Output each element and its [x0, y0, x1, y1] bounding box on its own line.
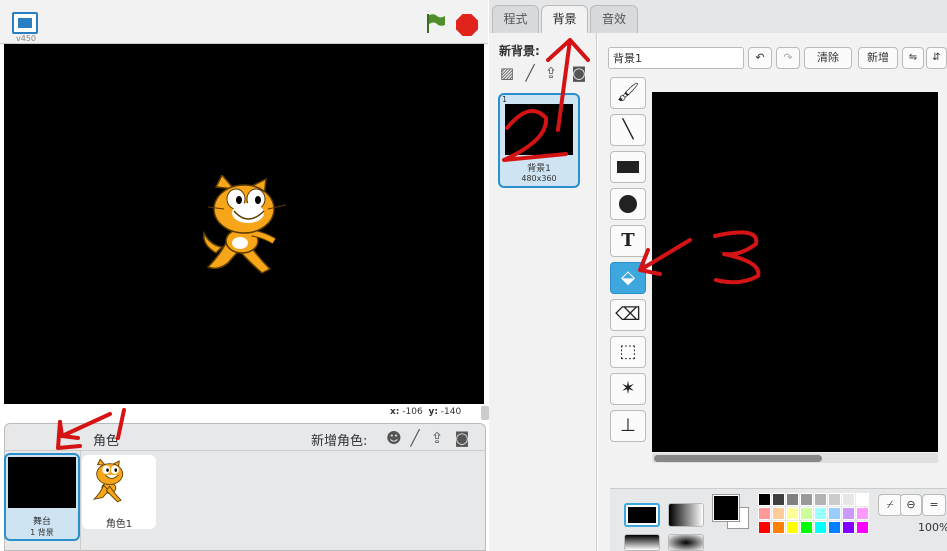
- annotation-overlay: [56, 38, 761, 450]
